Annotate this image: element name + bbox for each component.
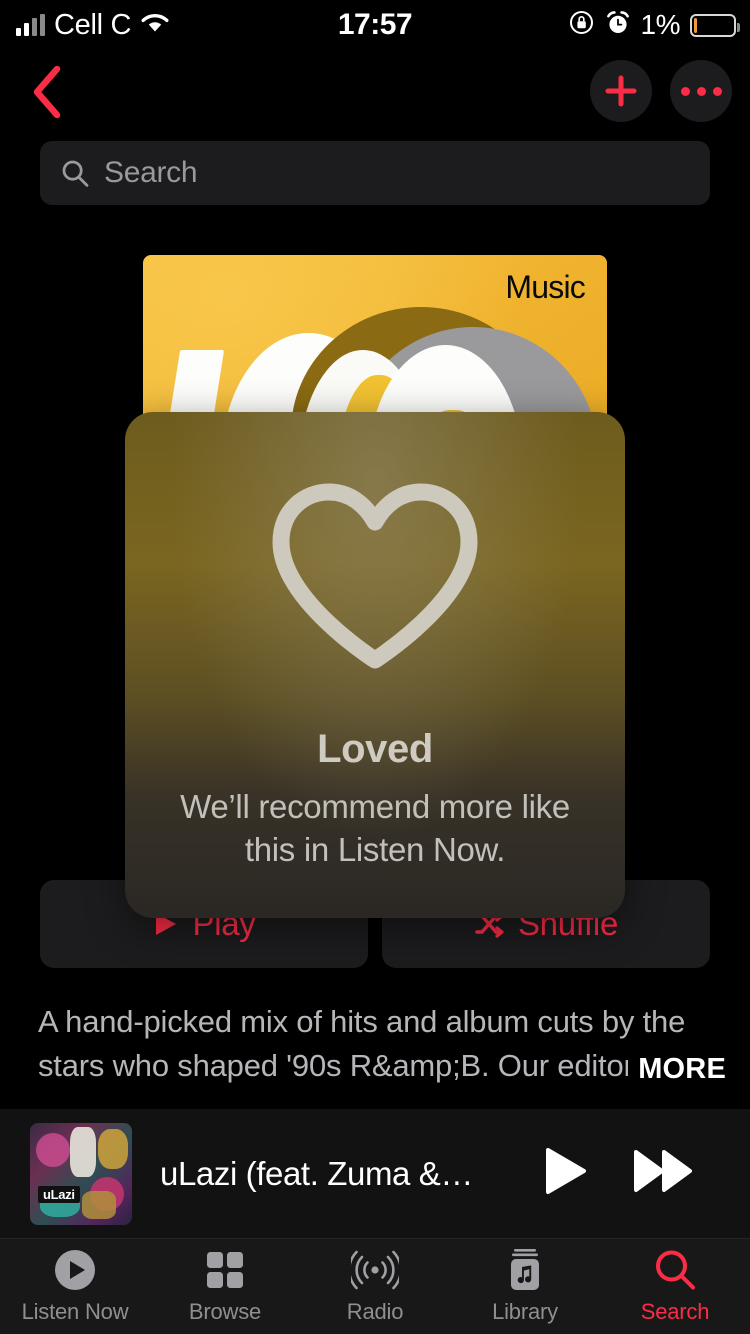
search-placeholder: Search — [104, 156, 198, 189]
navigation-bar — [0, 52, 750, 132]
tab-label: Listen Now — [21, 1299, 129, 1324]
now-playing-forward-button[interactable] — [632, 1146, 694, 1201]
toast-subtitle: We’ll recommend more like this in Listen… — [180, 788, 570, 868]
search-icon — [653, 1248, 697, 1292]
back-button[interactable] — [14, 60, 78, 124]
music-library-icon — [508, 1248, 542, 1292]
apple-music-wordmark: Music — [505, 269, 585, 305]
plus-icon — [605, 75, 637, 107]
play-circle-icon — [53, 1248, 97, 1292]
now-playing-play-button[interactable] — [542, 1146, 588, 1201]
add-button[interactable] — [590, 60, 652, 122]
tab-label: Browse — [188, 1299, 262, 1324]
ellipsis-icon — [680, 86, 722, 96]
search-icon — [62, 160, 89, 187]
tab-listen-now[interactable]: Listen Now — [0, 1248, 150, 1325]
fast-forward-icon — [634, 1150, 692, 1192]
loved-toast: Loved We’ll recommend more like this in … — [125, 412, 625, 918]
search-input[interactable]: Search — [40, 141, 710, 205]
now-playing-bar[interactable]: uLazi uLazi (feat. Zuma &… — [0, 1108, 750, 1238]
more-options-button[interactable] — [670, 60, 732, 122]
tab-radio[interactable]: Radio — [300, 1248, 450, 1325]
nav-actions — [590, 60, 732, 122]
apple-music-logo: Music — [501, 269, 585, 306]
playlist-description: A hand-picked mix of hits and album cuts… — [38, 1004, 686, 1084]
app-screen: Cell C 17:57 1% Search Music Play Shuffl… — [0, 0, 750, 1334]
chevron-left-icon — [33, 65, 61, 119]
status-bar: Cell C 17:57 1% — [0, 0, 750, 50]
tab-label: Search — [640, 1299, 710, 1324]
play-icon — [546, 1148, 586, 1194]
tab-label: Radio — [346, 1299, 404, 1324]
alarm-clock-icon — [605, 10, 631, 41]
toast-title: Loved — [317, 727, 433, 771]
tab-library[interactable]: Library — [450, 1248, 600, 1325]
status-bar-right: 1% — [568, 9, 740, 41]
now-playing-artwork: uLazi — [30, 1122, 132, 1225]
tab-search[interactable]: Search — [600, 1248, 750, 1325]
heart-icon — [267, 478, 483, 683]
tab-bar: Listen Now Browse Radio Library Search — [0, 1238, 750, 1334]
tab-browse[interactable]: Browse — [150, 1248, 300, 1325]
tab-label: Library — [492, 1299, 558, 1324]
grid-icon — [205, 1248, 245, 1292]
battery-icon — [690, 13, 740, 37]
now-playing-artwork-label: uLazi — [38, 1185, 80, 1203]
battery-percent-label: 1% — [640, 9, 681, 40]
more-link[interactable]: MORE — [628, 1051, 732, 1088]
now-playing-title: uLazi (feat. Zuma &… — [160, 1154, 473, 1192]
now-playing-controls — [542, 1146, 694, 1201]
rotation-lock-icon — [568, 9, 595, 41]
broadcast-icon — [351, 1248, 399, 1292]
